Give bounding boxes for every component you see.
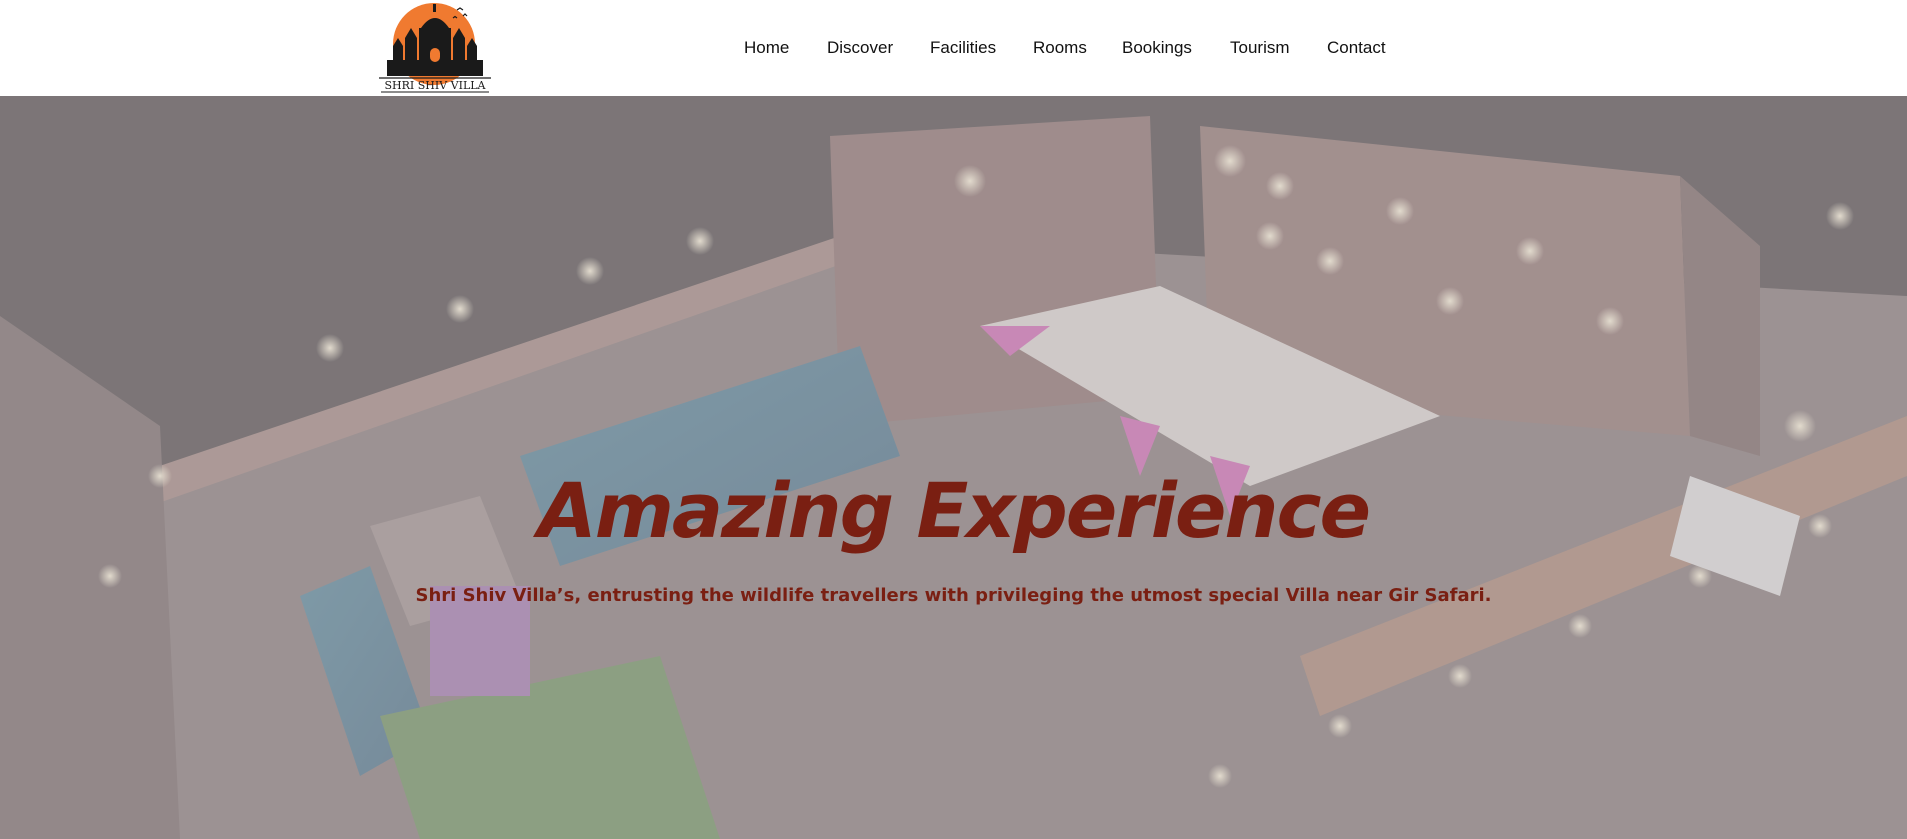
hero-title: Amazing Experience	[537, 466, 1371, 555]
nav-bookings[interactable]: Bookings	[1122, 38, 1192, 58]
nav-tourism[interactable]: Tourism	[1230, 38, 1290, 58]
main-nav: Home Discover Facilities Rooms Bookings …	[0, 38, 1907, 60]
nav-facilities[interactable]: Facilities	[930, 38, 996, 58]
hero-section: Amazing Experience Shri Shiv Villa’s, en…	[0, 96, 1907, 839]
nav-home[interactable]: Home	[744, 38, 789, 58]
nav-discover[interactable]: Discover	[827, 38, 893, 58]
hero-subtitle: Shri Shiv Villa’s, entrusting the wildli…	[415, 585, 1492, 606]
nav-contact[interactable]: Contact	[1327, 38, 1386, 58]
logo-text: SHRI SHIV VILLA	[384, 79, 486, 92]
site-header: SHRI SHIV VILLA Home Discover Facilities…	[0, 0, 1907, 96]
nav-rooms[interactable]: Rooms	[1033, 38, 1087, 58]
